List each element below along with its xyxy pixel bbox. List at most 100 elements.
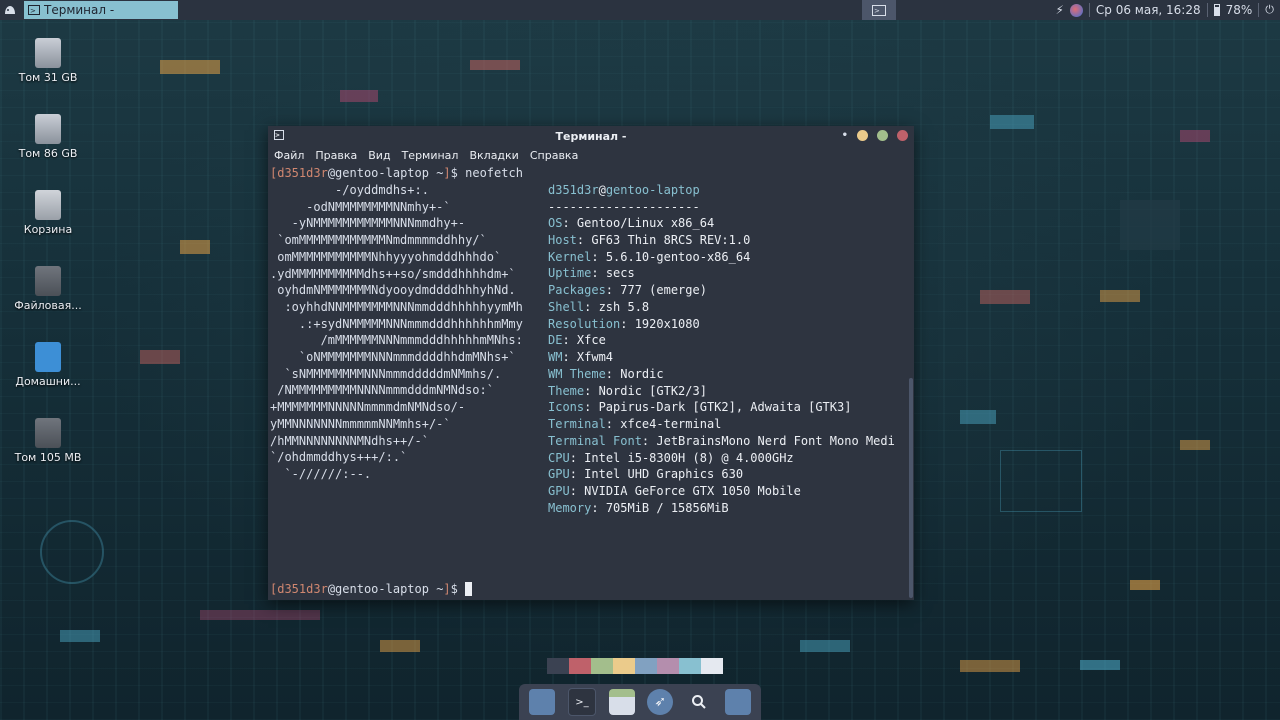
info-user: d351d3r	[548, 183, 599, 197]
window-buttons: •	[842, 130, 908, 141]
info-key: Resolution	[548, 316, 621, 331]
info-key: Memory	[548, 500, 592, 515]
taskbar-terminal-button[interactable]: > Терминал -	[24, 1, 178, 19]
color-swatch	[635, 658, 657, 674]
info-key: Theme	[548, 383, 585, 398]
command-prompt: [d351d3r@gentoo-laptop ~]$ neofetch	[270, 166, 523, 180]
logo-line: .ydMMMMMMMMMMdhs++so/smdddhhhhdm+`	[270, 266, 516, 281]
info-header: d351d3r@gentoo-laptop	[548, 183, 700, 197]
menu-dot-icon[interactable]: •	[842, 130, 848, 141]
color-swatch	[613, 658, 635, 674]
logo-line: /hMMNNNNNNNNMNdhs++/-`	[270, 433, 429, 448]
drive-icon	[35, 38, 61, 68]
info-value: Gentoo/Linux x86_64	[576, 216, 715, 230]
menu-view[interactable]: Вид	[368, 149, 390, 162]
info-row: GPU: Intel UHD Graphics 630	[548, 467, 744, 482]
info-key: Uptime	[548, 266, 592, 281]
menu-help[interactable]: Справка	[530, 149, 578, 162]
window-titlebar[interactable]: > Терминал - •	[268, 126, 914, 146]
command-prompt-active: [d351d3r@gentoo-laptop ~]$	[270, 582, 473, 596]
battery-icon[interactable]	[1213, 4, 1220, 16]
info-row: Host: GF63 Thin 8RCS REV:1.0	[548, 232, 751, 247]
logo-line: :oyhhdNNMMMMMMMNNNmmdddhhhhhyymMh	[270, 299, 523, 314]
dock: >_ ➶	[519, 684, 761, 720]
info-separator: ---------------------	[548, 200, 700, 214]
prompt-command: neofetch	[465, 166, 523, 180]
clock[interactable]: Ср 06 мая, 16:28	[1096, 3, 1201, 17]
desktop-icon-label: Том 105 MB	[14, 451, 82, 464]
info-row: OS: Gentoo/Linux x86_64	[548, 216, 715, 230]
info-value: 777 (emerge)	[620, 283, 707, 297]
logo-line: /NMMMMMMMMMNNNNmmmdddmNMNdso:`	[270, 383, 494, 398]
window-title: Терминал -	[555, 129, 627, 143]
logo-line: `oNMMMMMMMNNNmmmddddhhdmMNhs+`	[270, 350, 516, 364]
terminal-icon[interactable]: >_	[567, 688, 596, 716]
system-tray: ⚡ Ср 06 мая, 16:28 78% ⏻	[1055, 0, 1280, 20]
logo-line: omMMMMMMMMMMMNhhyyyohmdddhhhdo`	[270, 249, 502, 264]
close-button[interactable]	[897, 130, 908, 141]
power-icon[interactable]: ⏻	[1265, 3, 1274, 17]
desktop-icon-home[interactable]: Домашни...	[13, 342, 83, 388]
prompt-user: d351d3r	[277, 166, 328, 180]
prompt-host: gentoo-laptop	[335, 582, 429, 596]
menu-tabs[interactable]: Вкладки	[469, 149, 518, 162]
desktop-icon-trash[interactable]: Корзина	[13, 190, 83, 236]
logo-line: `/ohdmmddhys+++/:.`	[270, 450, 408, 465]
terminal-window[interactable]: > Терминал - • Файл Правка Вид Терминал …	[268, 126, 914, 674]
applications-menu-icon[interactable]	[0, 0, 20, 20]
network-icon[interactable]: ⚡	[1055, 3, 1063, 17]
info-value: zsh 5.8	[598, 299, 650, 314]
info-row: Theme: Nordic [GTK2/3]	[548, 383, 707, 398]
terminal-output[interactable]: [d351d3r@gentoo-laptop ~]$ neofetch -/oy…	[268, 164, 908, 674]
info-key: Shell	[548, 299, 585, 314]
desktop-icon-volume-86gb[interactable]: Том 86 GB	[13, 114, 83, 160]
browser-tray-icon[interactable]	[1069, 3, 1083, 17]
info-value: Nordic	[620, 366, 664, 381]
terminal-launcher-button[interactable]: >	[862, 0, 896, 20]
info-value: Intel i5-8300H (8) @ 4.000GHz	[584, 450, 794, 465]
info-key: WM	[548, 350, 563, 364]
info-row: CPU: Intel i5-8300H (8) @ 4.000GHz	[548, 450, 794, 465]
info-row: Packages: 777 (emerge)	[548, 283, 707, 297]
info-host: gentoo-laptop	[605, 183, 700, 197]
color-palette	[547, 658, 723, 674]
desktop-icon-label: Корзина	[23, 223, 73, 236]
info-value: 1920x1080	[634, 316, 700, 331]
desktop-icon-volume-31gb[interactable]: Том 31 GB	[13, 38, 83, 84]
info-row: Shell: zsh 5.8	[548, 299, 650, 314]
separator	[1088, 3, 1090, 17]
menu-file[interactable]: Файл	[274, 149, 304, 162]
minimize-button[interactable]	[857, 130, 868, 141]
scrollbar-thumb[interactable]	[909, 378, 913, 598]
menu-edit[interactable]: Правка	[315, 149, 357, 162]
info-row: Kernel: 5.6.10-gentoo-x86_64	[548, 249, 751, 264]
color-swatch	[679, 658, 701, 674]
color-swatch	[657, 658, 679, 674]
info-row: WM Theme: Nordic	[548, 366, 664, 381]
prompt-path: ~	[428, 582, 444, 596]
desktop-icon-volume-105mb[interactable]: Том 105 MB	[13, 418, 83, 464]
logo-line: -/oyddmdhs+:.	[270, 183, 429, 197]
folder-icon[interactable]	[724, 689, 751, 715]
show-desktop-icon[interactable]	[529, 689, 556, 715]
color-swatch	[569, 658, 591, 674]
info-value: xfce4-terminal	[620, 417, 722, 431]
color-swatch	[591, 658, 613, 674]
info-value: secs	[605, 266, 635, 281]
desktop-icon-label: Домашни...	[15, 375, 81, 388]
prompt-at: @	[327, 582, 336, 596]
separator	[1258, 3, 1260, 17]
logo-line: `sNMMMMMMMMNNNmmmdddddmNMmhs/.	[270, 366, 502, 381]
browser-icon[interactable]: ➶	[647, 689, 674, 715]
file-manager-icon[interactable]	[608, 689, 635, 715]
logo-line: `omMMMMMMMMMMMMNmdmmmmddhhy/`	[270, 233, 487, 248]
logo-line: yMMNNNNNNNmmmmmNNMmhs+/-`	[270, 416, 451, 431]
maximize-button[interactable]	[877, 130, 888, 141]
scrollbar[interactable]	[908, 164, 914, 600]
desktop-icon-filesystem[interactable]: Файловая...	[13, 266, 83, 312]
menu-terminal[interactable]: Терминал	[402, 149, 459, 162]
prompt-host: gentoo-laptop	[335, 166, 429, 180]
info-row: GPU: NVIDIA GeForce GTX 1050 Mobile	[548, 484, 801, 498]
drive-icon	[35, 418, 61, 448]
search-icon[interactable]	[686, 689, 712, 715]
